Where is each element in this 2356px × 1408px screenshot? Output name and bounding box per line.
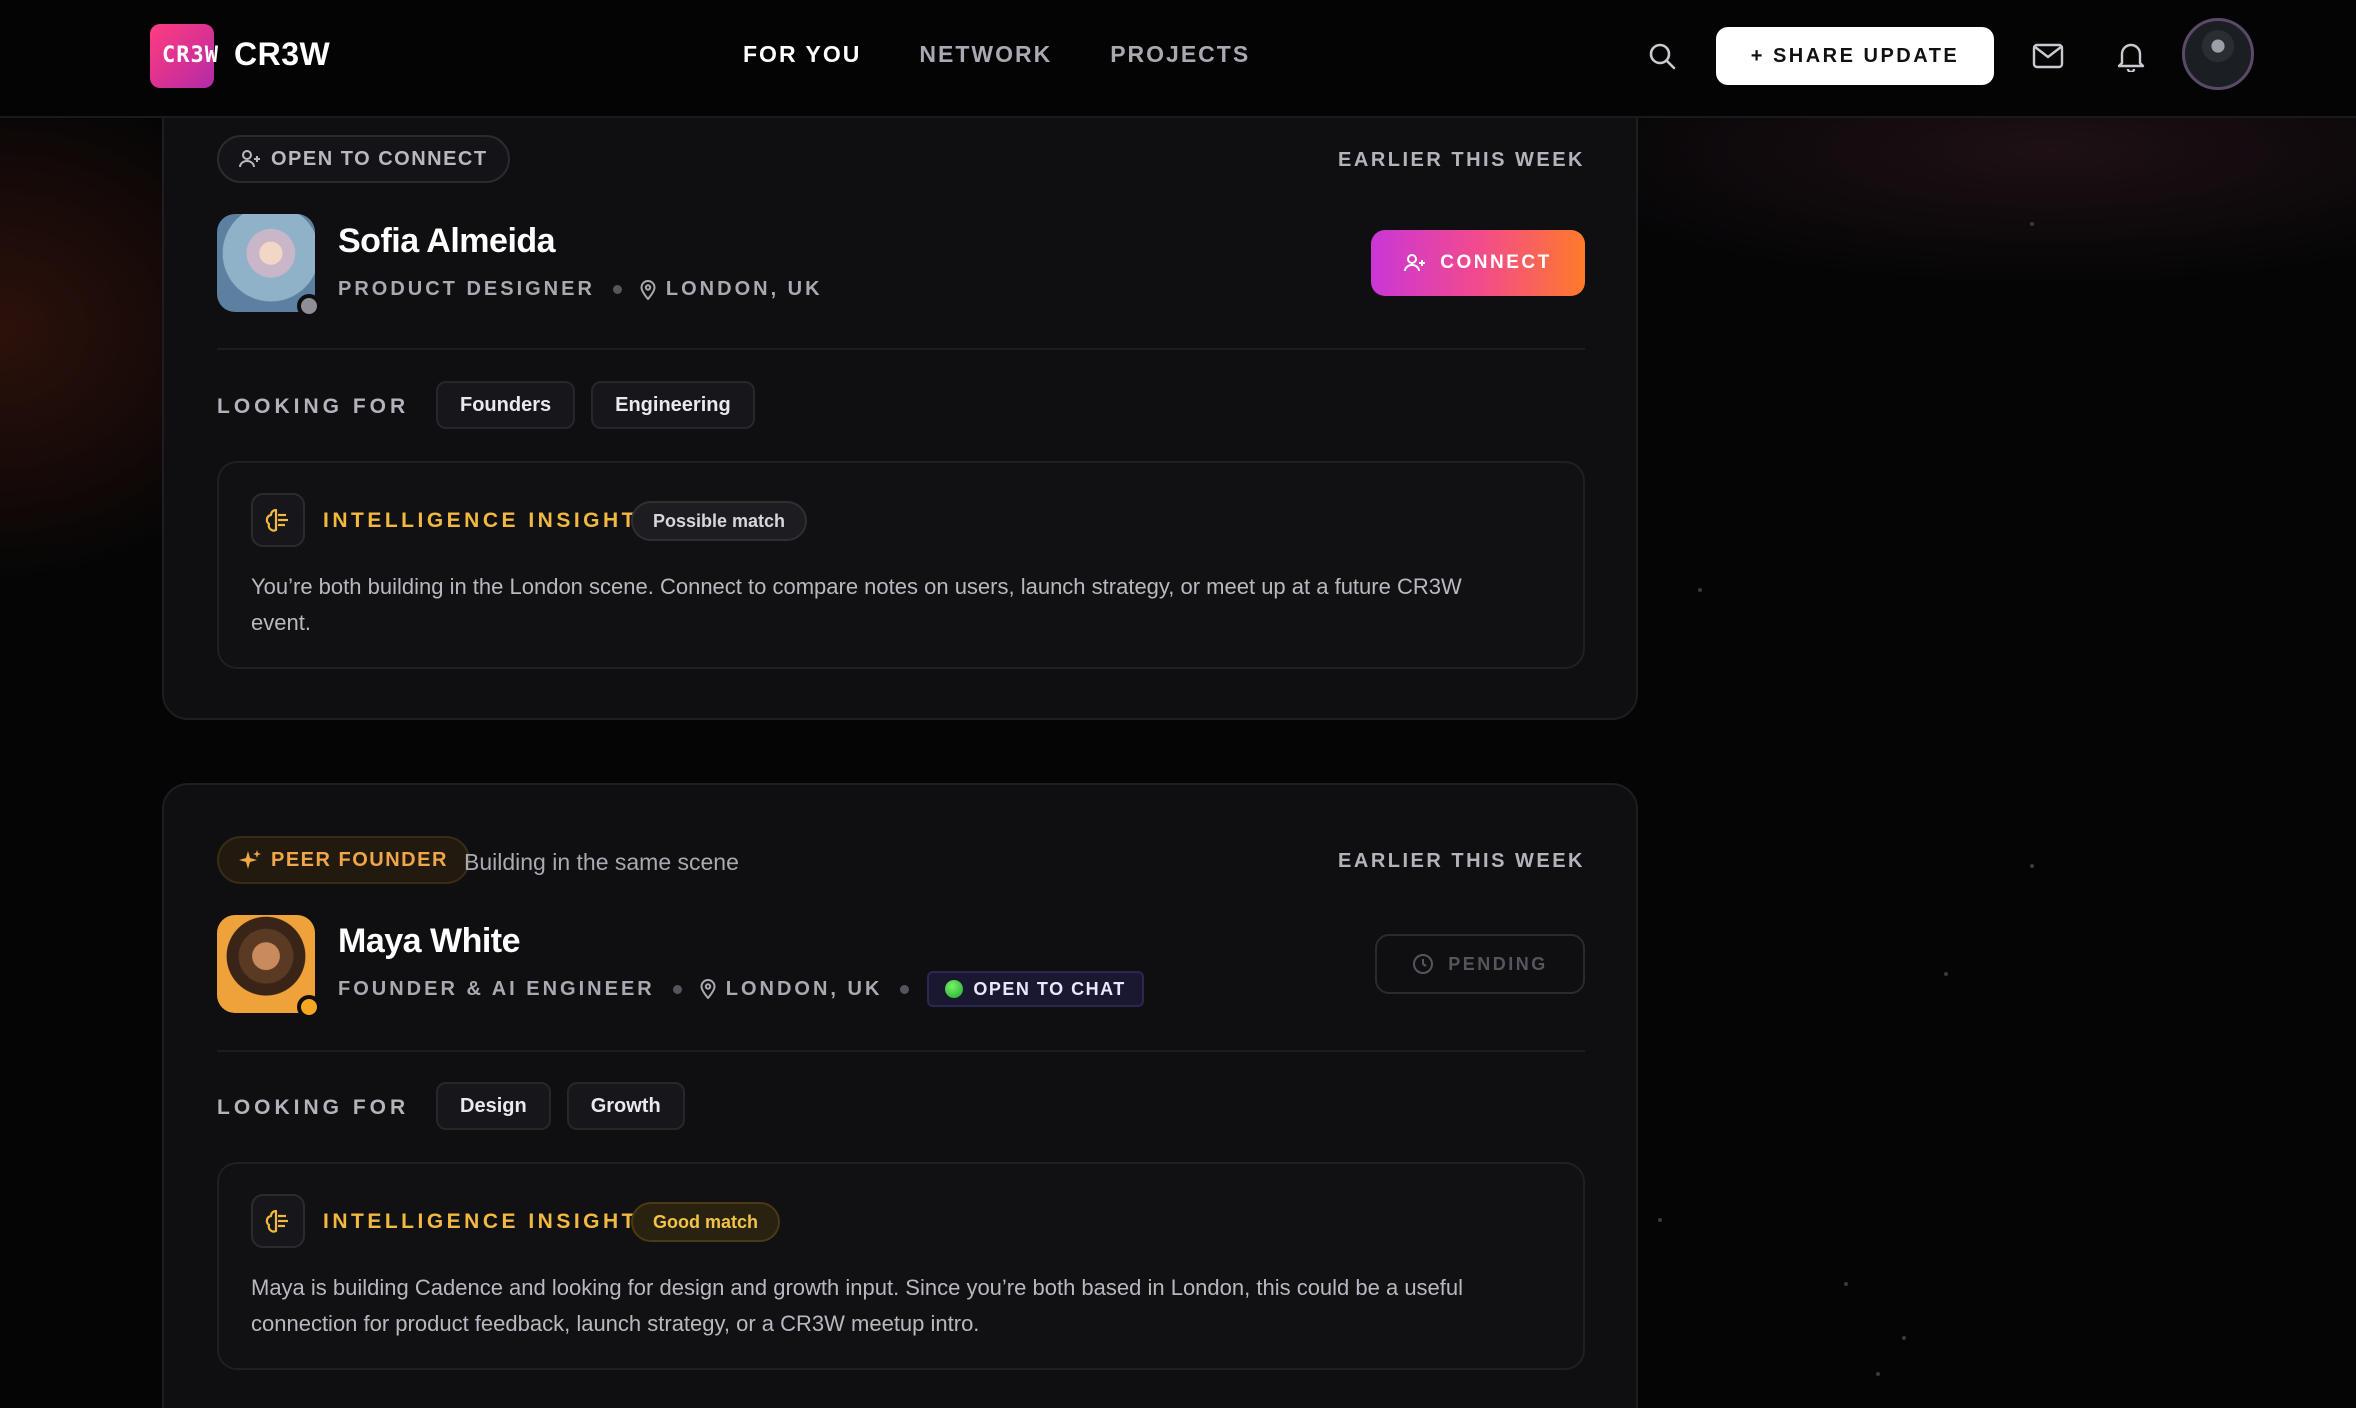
looking-for-tags: Design Growth — [436, 1082, 685, 1130]
divider — [217, 348, 1585, 350]
status-dot — [945, 980, 964, 998]
presence-indicator — [297, 995, 321, 1019]
feed-card: PEER FOUNDER Building in the same scene … — [162, 783, 1638, 1408]
intelligence-insight-panel: INTELLIGENCE INSIGHT Possible match You’… — [217, 461, 1585, 669]
tag-engineering[interactable]: Engineering — [591, 381, 755, 429]
avatar[interactable] — [217, 214, 321, 318]
tag-growth[interactable]: Growth — [566, 1082, 685, 1130]
presence-indicator — [297, 294, 321, 318]
user-plus-icon — [1404, 254, 1426, 272]
brand-logo[interactable]: CR3W — [150, 24, 219, 88]
post-time: EARLIER THIS WEEK — [1338, 850, 1585, 872]
share-update-button[interactable]: + SHARE UPDATE — [1716, 27, 1994, 85]
nav-network[interactable]: NETWORK — [919, 41, 1052, 68]
profile-location: LONDON, UK — [640, 278, 823, 301]
background-star — [1658, 1218, 1662, 1222]
separator-dot — [900, 984, 910, 994]
location-label: LONDON, UK — [725, 977, 883, 1000]
nav-for-you[interactable]: FOR YOU — [743, 41, 861, 68]
profile-role: FOUNDER & AI ENGINEER — [338, 977, 655, 1000]
nav-projects[interactable]: PROJECTS — [1110, 41, 1250, 68]
sparkle-icon — [239, 850, 261, 869]
open-to-chat-badge: OPEN TO CHAT — [927, 971, 1144, 1007]
open-to-connect-badge: OPEN TO CONNECT — [217, 135, 510, 183]
location-pin-icon — [700, 979, 716, 999]
brand-name[interactable]: CR3W — [234, 36, 330, 73]
main-nav: FOR YOU NETWORK PROJECTS — [743, 41, 1250, 68]
tag-design[interactable]: Design — [436, 1082, 551, 1130]
badge-label: PEER FOUNDER — [271, 848, 448, 871]
logo-glyph: CR3W — [162, 43, 219, 68]
status-label: OPEN TO CHAT — [973, 978, 1126, 999]
top-nav-bar: CR3W CR3W FOR YOU NETWORK PROJECTS + SHA… — [0, 0, 2356, 118]
background-star — [2030, 222, 2034, 226]
profile-meta: FOUNDER & AI ENGINEER LONDON, UK OPEN TO… — [338, 971, 1144, 1007]
mail-icon[interactable] — [2030, 38, 2066, 74]
user-avatar[interactable] — [2182, 18, 2254, 90]
clock-icon — [1413, 954, 1434, 974]
bell-icon[interactable] — [2113, 38, 2149, 74]
intelligence-insight-panel: INTELLIGENCE INSIGHT Good match Maya is … — [217, 1162, 1585, 1370]
location-pin-icon — [640, 279, 656, 300]
badge-label: OPEN TO CONNECT — [271, 147, 488, 170]
background-star — [1876, 1372, 1880, 1376]
search-icon[interactable] — [1644, 38, 1680, 74]
insight-text: Maya is building Cadence and looking for… — [251, 1275, 1464, 1336]
background-star — [1698, 588, 1702, 592]
connect-label: CONNECT — [1440, 252, 1552, 273]
profile-location: LONDON, UK — [700, 978, 883, 1001]
background-star — [2030, 864, 2034, 868]
badge-note: Building in the same scene — [464, 849, 739, 875]
pending-label: PENDING — [1448, 953, 1548, 974]
insight-text: You’re both building in the London scene… — [251, 574, 1462, 635]
profile-meta: PRODUCT DESIGNER LONDON, UK — [338, 278, 823, 301]
location-label: LONDON, UK — [665, 278, 823, 300]
background-star — [1902, 1336, 1906, 1340]
connect-button[interactable]: CONNECT — [1371, 230, 1585, 296]
peer-founder-badge: PEER FOUNDER — [217, 836, 470, 884]
insight-title: INTELLIGENCE INSIGHT — [323, 1210, 639, 1233]
match-badge: Good match — [631, 1202, 781, 1242]
pending-button[interactable]: PENDING — [1375, 934, 1585, 994]
separator-dot — [612, 285, 622, 294]
profile-role: PRODUCT DESIGNER — [338, 278, 595, 300]
background-star — [1844, 1282, 1848, 1286]
divider — [217, 1050, 1585, 1052]
separator-dot — [672, 984, 682, 994]
brain-icon — [251, 493, 305, 547]
feed-card: OPEN TO CONNECT EARLIER THIS WEEK Sofia … — [162, 60, 1638, 720]
looking-for-label: LOOKING FOR — [217, 395, 410, 418]
looking-for-label: LOOKING FOR — [217, 1096, 410, 1119]
tag-founders[interactable]: Founders — [436, 381, 576, 429]
looking-for-tags: Founders Engineering — [436, 381, 755, 429]
background-star — [1944, 972, 1948, 976]
user-plus-icon — [239, 150, 260, 168]
insight-title: INTELLIGENCE INSIGHT — [323, 509, 639, 532]
profile-name[interactable]: Maya White — [338, 922, 521, 961]
avatar[interactable] — [217, 915, 321, 1019]
profile-name[interactable]: Sofia Almeida — [338, 222, 556, 261]
brain-icon — [251, 1194, 305, 1248]
match-badge: Possible match — [631, 501, 808, 541]
post-time: EARLIER THIS WEEK — [1338, 149, 1585, 171]
